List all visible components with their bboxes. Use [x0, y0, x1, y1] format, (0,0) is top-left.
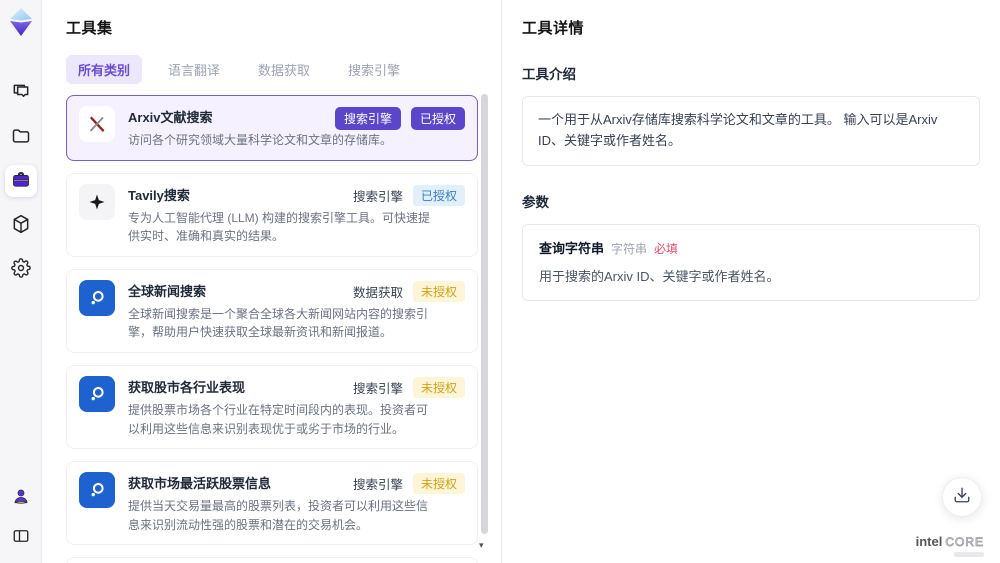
panel-toggle[interactable] [5, 521, 37, 553]
tool-card-tavily[interactable]: Tavily搜索 专为人工智能代理 (LLM) 构建的搜索引擎工具。可快速提供实… [66, 172, 478, 257]
arxiv-logo-icon [79, 106, 115, 142]
category-badge: 搜索引擎 [334, 107, 401, 130]
details-title: 工具详情 [522, 20, 585, 37]
user-avatar[interactable] [5, 481, 37, 513]
sidebar [0, 0, 42, 563]
sidebar-item-files[interactable] [5, 121, 37, 153]
param-name: 查询字符串 [539, 240, 605, 256]
category-label: 搜索引擎 [352, 478, 403, 493]
chat-icon [11, 82, 31, 105]
brand-primary: intel [915, 534, 943, 549]
scrollbar-thumb[interactable] [481, 94, 488, 534]
category-label: 数据获取 [352, 285, 403, 300]
brand-watermark [954, 552, 984, 557]
details-panel: 工具详情 工具介绍 一个用于从Arxiv存储库搜索科学论文和文章的工具。 输入可… [501, 0, 1000, 563]
tool-description: 全球新闻搜索是一个聚合全球各大新闻网站内容的搜索引擎，帮助用户快速获取全球最新资… [128, 306, 429, 340]
tool-card-sector-performance[interactable]: 获取股市各行业表现 提供股票市场各个行业在特定时间段内的表现。投资者可以利用这些… [66, 364, 478, 450]
app-logo-icon[interactable] [6, 7, 36, 37]
app-window: 工具集 所有类别 语言翻译 数据获取 搜索引擎 Arxiv文献搜索 访问各个研究… [0, 0, 1000, 563]
folder-icon [11, 126, 31, 149]
sparkle-icon [79, 183, 115, 220]
scrollbar[interactable]: ▾ [479, 88, 488, 558]
download-icon [953, 486, 971, 509]
intro-heading: 工具介绍 [522, 67, 576, 82]
category-label: 搜索引擎 [352, 381, 403, 396]
tool-description: 专为人工智能代理 (LLM) 构建的搜索引擎工具。可快速提供实时、准确和真实的结… [128, 210, 431, 244]
category-tabs: 所有类别 语言翻译 数据获取 搜索引擎 [66, 55, 501, 84]
tool-description: 提供当天交易量最高的股票列表，投资者可以利用这些信息来识别流动性强的股票和潜在的… [128, 499, 429, 532]
news-search-icon [79, 472, 115, 509]
download-button[interactable] [942, 477, 982, 517]
status-badge: 未授权 [412, 473, 465, 495]
tab-data-fetching[interactable]: 数据获取 [246, 55, 322, 84]
brand-secondary: core [945, 535, 984, 550]
news-search-icon [79, 375, 115, 412]
sidebar-bottom [5, 481, 37, 553]
tool-card-regional-news[interactable]: 万维地区新闻查询 查询具体行政区划内的新闻，快速了解各地新闻动 搜索引擎 未授权 [66, 557, 478, 563]
tool-card-arxiv[interactable]: Arxiv文献搜索 访问各个研究领域大量科学论文和文章的存储库。 搜索引擎 已授… [66, 95, 478, 161]
gear-icon [10, 257, 31, 281]
status-badge: 未授权 [412, 376, 465, 398]
tab-language-translation[interactable]: 语言翻译 [156, 55, 232, 84]
param-type: 字符串 [611, 241, 648, 256]
tool-description: 提供股票市场各个行业在特定时间段内的表现。投资者可以利用这些信息来识别表现优于或… [128, 402, 429, 436]
tool-description: 访问各个研究领域大量科学论文和文章的存储库。 [128, 133, 393, 147]
sidebar-item-chat[interactable] [5, 77, 37, 109]
tab-search-engine[interactable]: 搜索引擎 [336, 55, 412, 84]
param-required-flag: 必填 [654, 241, 679, 256]
tool-card-most-active-stocks[interactable]: 获取市场最活跃股票信息 提供当天交易量最高的股票列表，投资者可以利用这些信息来识… [66, 461, 478, 546]
intro-text: 一个用于从Arxiv存储库搜索科学论文和文章的工具。 输入可以是Arxiv ID… [538, 112, 938, 148]
sidebar-nav [4, 77, 37, 285]
scroll-down-arrow[interactable]: ▾ [479, 541, 484, 550]
tool-list: Arxiv文献搜索 访问各个研究领域大量科学论文和文章的存储库。 搜索引擎 已授… [66, 95, 478, 563]
status-badge: 已授权 [412, 184, 465, 206]
category-label: 搜索引擎 [352, 189, 403, 204]
toolset-title: 工具集 [66, 20, 113, 37]
tab-all-categories[interactable]: 所有类别 [66, 55, 143, 84]
sidebar-item-tools[interactable] [4, 165, 37, 197]
param-description: 用于搜索的Arxiv ID、关键字或作者姓名。 [539, 268, 780, 284]
status-badge: 已授权 [410, 107, 465, 130]
param-box: 查询字符串 字符串 必填 用于搜索的Arxiv ID、关键字或作者姓名。 [522, 223, 980, 301]
toolset-panel: 工具集 所有类别 语言翻译 数据获取 搜索引擎 Arxiv文献搜索 访问各个研究… [42, 0, 501, 563]
user-icon [12, 487, 30, 508]
sidebar-item-packages[interactable] [5, 209, 37, 241]
sidebar-item-settings[interactable] [5, 253, 37, 285]
params-heading: 参数 [522, 194, 549, 210]
briefcase-icon [11, 170, 31, 193]
cube-icon [11, 214, 31, 237]
tool-card-global-news[interactable]: 全球新闻搜索 全球新闻搜索是一个聚合全球各大新闻网站内容的搜索引擎，帮助用户快速… [66, 268, 478, 353]
intel-core-logo: intel core [916, 534, 984, 549]
intro-box: 一个用于从Arxiv存储库搜索科学论文和文章的工具。 输入可以是Arxiv ID… [522, 96, 980, 166]
panel-toggle-icon [12, 527, 30, 548]
news-search-icon [79, 279, 115, 316]
status-badge: 未授权 [412, 280, 465, 302]
